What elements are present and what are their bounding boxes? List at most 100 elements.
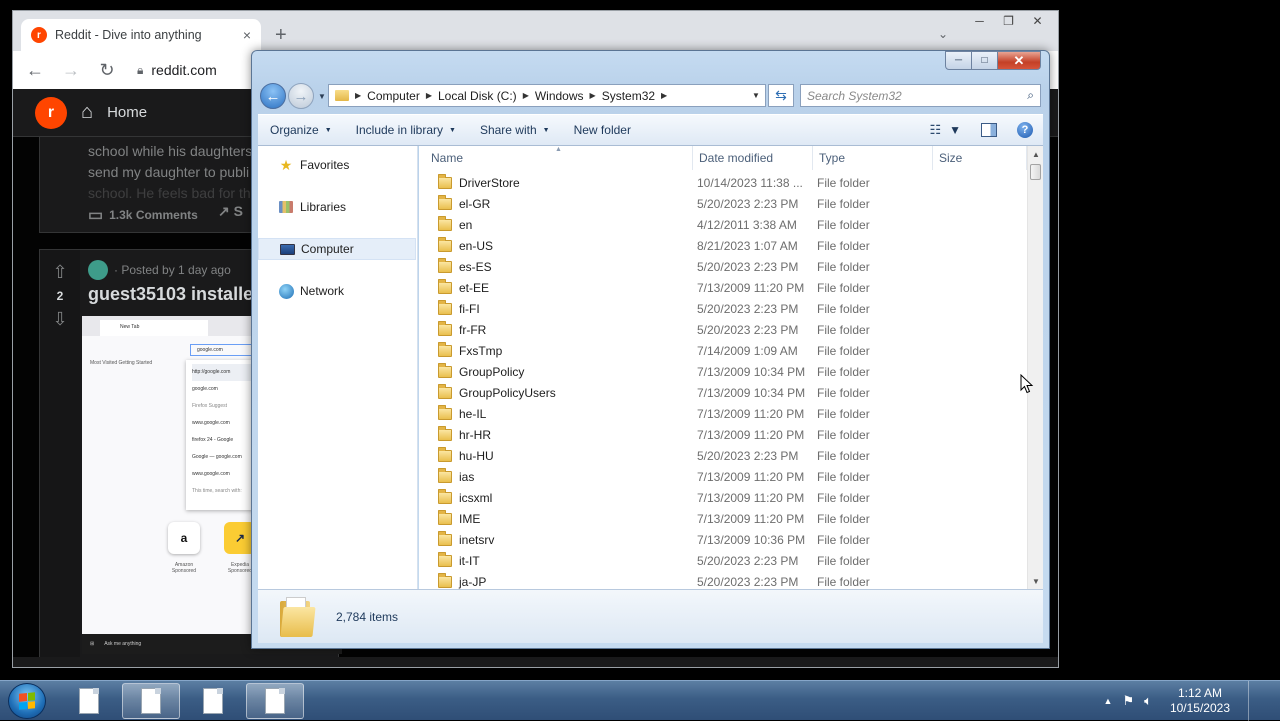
show-hidden-icons-icon[interactable]: ▲ [1104,696,1113,706]
nav-network[interactable]: Network [258,280,416,302]
file-name-cell[interactable]: es-ES [419,257,693,274]
address-history-chevron-icon[interactable]: ▼ [747,91,765,100]
table-row[interactable]: hr-HR 7/13/2009 11:20 PM File folder [419,424,1027,445]
chrome-close-button[interactable]: ✕ [1023,13,1052,29]
volume-icon[interactable]: 🔈︎ [1144,693,1152,709]
breadcrumb-local-disk[interactable]: Local Disk (C:) [438,89,517,103]
tab-close-icon[interactable]: × [243,27,251,43]
upvote-icon[interactable]: ⇧ [52,262,67,283]
search-input[interactable]: Search System32 ⌕ [800,84,1041,107]
taskbar-app-button[interactable] [184,683,242,719]
scroll-thumb[interactable] [1030,164,1041,180]
change-view-icon[interactable]: ☷ [929,122,941,138]
table-row[interactable]: ias 7/13/2009 11:20 PM File folder [419,466,1027,487]
action-center-icon[interactable]: ⚑ [1122,693,1134,709]
scroll-up-icon[interactable]: ▲ [1028,146,1043,162]
home-icon[interactable]: ⌂ [81,101,93,124]
back-button[interactable]: ← [260,83,286,109]
new-tab-button[interactable]: + [275,25,287,45]
file-name-cell[interactable]: ja-JP [419,572,693,589]
file-name-cell[interactable]: en [419,215,693,232]
new-folder-button[interactable]: New folder [562,115,643,145]
taskbar-app-button[interactable] [60,683,118,719]
file-name-cell[interactable]: hu-HU [419,446,693,463]
close-button[interactable]: ✕ [998,51,1041,70]
reload-icon[interactable]: ↻ [97,60,117,81]
table-row[interactable]: GroupPolicy 7/13/2009 10:34 PM File folder [419,361,1027,382]
table-row[interactable]: en-US 8/21/2023 1:07 AM File folder [419,235,1027,256]
breadcrumb-separator-icon[interactable]: ▶ [355,91,361,100]
downvote-icon[interactable]: ⇩ [52,309,67,330]
table-row[interactable]: es-ES 5/20/2023 2:23 PM File folder [419,256,1027,277]
comments-button[interactable]: ▭ 1.3k Comments [88,205,198,225]
avatar[interactable] [88,260,108,280]
clock[interactable]: 1:12 AM 10/15/2023 [1170,686,1230,716]
file-name-cell[interactable]: icsxml [419,488,693,505]
organize-button[interactable]: Organize ▼ [258,115,344,145]
chrome-maximize-button[interactable]: ❐ [994,13,1023,29]
show-desktop-button[interactable] [1248,681,1260,721]
table-row[interactable]: et-EE 7/13/2009 11:20 PM File folder [419,277,1027,298]
table-row[interactable]: GroupPolicyUsers 7/13/2009 10:34 PM File f… [419,382,1027,403]
breadcrumb-separator-icon[interactable]: ▶ [590,91,596,100]
breadcrumb-separator-icon[interactable]: ▶ [523,91,529,100]
table-row[interactable]: fr-FR 5/20/2023 2:23 PM File folder [419,319,1027,340]
reddit-logo-icon[interactable]: r [35,96,67,129]
home-label[interactable]: Home [107,104,147,121]
table-row[interactable]: en 4/12/2011 3:38 AM File folder [419,214,1027,235]
file-name-cell[interactable]: en-US [419,236,693,253]
minimize-button[interactable]: ─ [945,51,972,70]
table-row[interactable]: DriverStore 10/14/2023 11:38 ... File fold… [419,172,1027,193]
file-name-cell[interactable]: IME [419,509,693,526]
table-row[interactable]: FxsTmp 7/14/2009 1:09 AM File folder [419,340,1027,361]
file-name-cell[interactable]: ias [419,467,693,484]
maximize-button[interactable]: □ [972,51,998,70]
file-name-cell[interactable]: FxsTmp [419,341,693,358]
file-name-cell[interactable]: et-EE [419,278,693,295]
file-name-cell[interactable]: inetsrv [419,530,693,547]
breadcrumb-separator-icon[interactable]: ▶ [661,91,667,100]
scroll-down-icon[interactable]: ▼ [1028,573,1043,589]
taskbar-app-button[interactable] [122,683,180,719]
preview-pane-icon[interactable] [981,123,997,137]
breadcrumb-separator-icon[interactable]: ▶ [426,91,432,100]
breadcrumb-windows[interactable]: Windows [535,89,584,103]
view-options-chevron-icon[interactable]: ▼ [949,123,961,137]
file-name-cell[interactable]: GroupPolicy [419,362,693,379]
table-row[interactable]: ja-JP 5/20/2023 2:23 PM File folder [419,571,1027,589]
refresh-button[interactable]: ⇆ [768,84,794,107]
back-arrow-icon[interactable]: ← [25,60,45,81]
recent-pages-chevron-icon[interactable]: ▼ [318,92,326,101]
file-name-cell[interactable]: he-IL [419,404,693,421]
table-row[interactable]: hu-HU 5/20/2023 2:23 PM File folder [419,445,1027,466]
column-header-name[interactable]: ▲ Name [419,146,693,170]
breadcrumb-computer[interactable]: Computer [367,89,420,103]
file-name-cell[interactable]: DriverStore [419,173,693,190]
table-row[interactable]: fi-FI 5/20/2023 2:23 PM File folder [419,298,1027,319]
column-header-date[interactable]: Date modified [693,146,813,170]
help-icon[interactable]: ? [1017,122,1033,138]
taskbar-app-button[interactable] [246,683,304,719]
search-icon[interactable]: ⌕ [1027,88,1034,103]
address-breadcrumb[interactable]: ▶ Computer ▶ Local Disk (C:) ▶ Windows ▶… [328,84,766,107]
file-name-cell[interactable]: GroupPolicyUsers [419,383,693,400]
vertical-scrollbar[interactable]: ▲ ▼ [1027,146,1043,589]
file-name-cell[interactable]: el-GR [419,194,693,211]
table-row[interactable]: el-GR 5/20/2023 2:23 PM File folder [419,193,1027,214]
file-name-cell[interactable]: fi-FI [419,299,693,316]
table-row[interactable]: icsxml 7/13/2009 11:20 PM File folder [419,487,1027,508]
share-with-button[interactable]: Share with ▼ [468,115,562,145]
nav-libraries[interactable]: Libraries [258,196,416,218]
table-row[interactable]: IME 7/13/2009 11:20 PM File folder [419,508,1027,529]
tab-search-chevron-icon[interactable]: ⌄ [938,27,948,41]
table-row[interactable]: inetsrv 7/13/2009 10:36 PM File folder [419,529,1027,550]
file-name-cell[interactable]: hr-HR [419,425,693,442]
address-bar[interactable]: 🔒︎ reddit.com [137,62,217,78]
file-name-cell[interactable]: fr-FR [419,320,693,337]
share-button[interactable]: ↗ S [218,203,243,220]
include-in-library-button[interactable]: Include in library ▼ [344,115,468,145]
file-name-cell[interactable]: it-IT [419,551,693,568]
column-header-size[interactable]: Size [933,146,1027,170]
tab-reddit[interactable]: r Reddit - Dive into anything × [21,19,261,51]
nav-computer[interactable]: Computer [258,238,416,260]
